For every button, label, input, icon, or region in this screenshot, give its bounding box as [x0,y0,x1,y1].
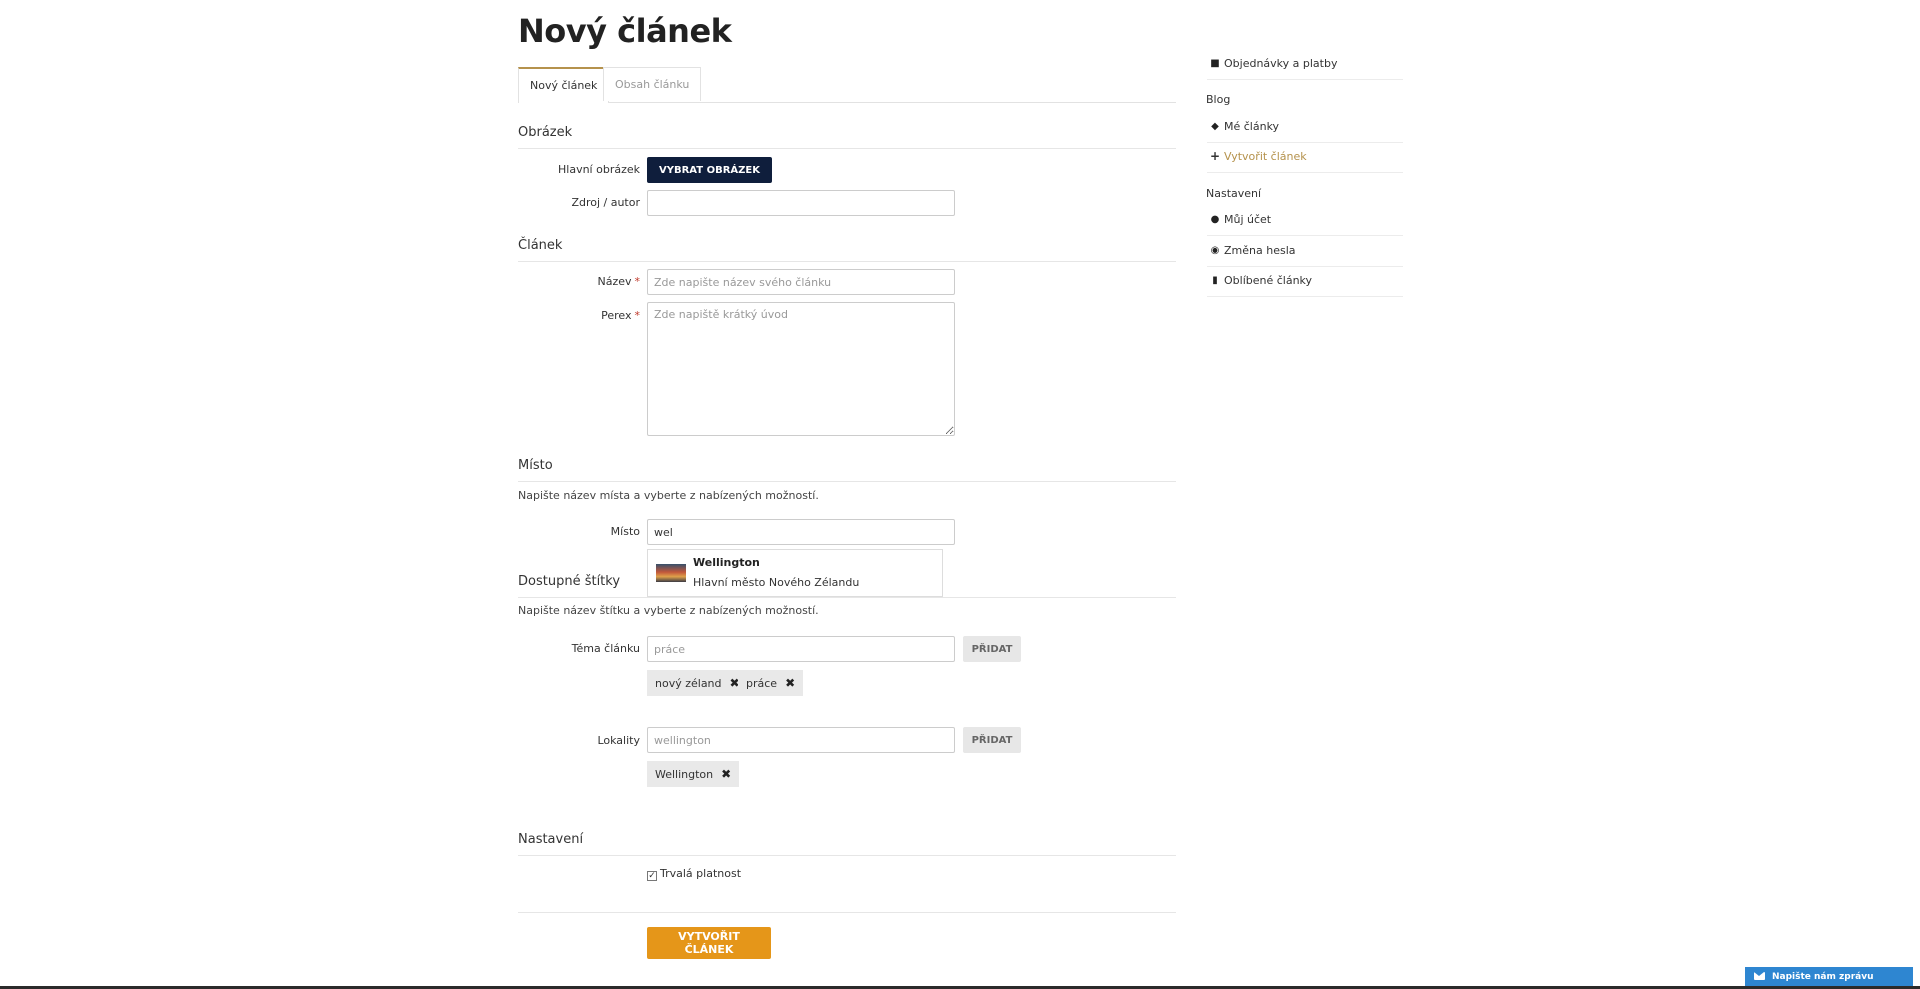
sidebar-item-orders[interactable]: ■ Objednávky a platby [1207,50,1403,80]
title-label: Název * [518,275,640,288]
tag-label: Wellington [655,768,714,781]
required-mark: * [634,275,641,288]
sidebar-item-label: Oblíbené články [1224,274,1313,287]
briefcase-icon: ■ [1210,58,1220,69]
remove-tag-icon[interactable]: ✖ [785,676,795,690]
perex-label: Perex * [518,309,640,322]
sidebar-item-label: Můj účet [1224,213,1272,226]
section-heading-tags: Dostupné štítky [518,574,621,589]
sidebar-item-create-article[interactable]: + Vytvořit článek [1207,143,1403,173]
permanent-checkbox[interactable]: ✓ [647,871,657,881]
add-topic-button[interactable]: PŘIDAT [963,636,1021,662]
sidebar-item-label: Objednávky a platby [1224,57,1338,70]
place-help-text: Napište název místa a vyberte z nabízený… [518,489,819,502]
section-heading-article: Článek [518,238,563,253]
topic-input[interactable] [647,636,955,662]
required-mark: * [634,309,641,322]
localities-input[interactable] [647,727,955,753]
divider [518,597,1176,598]
main-image-label: Hlavní obrázek [558,163,640,176]
plus-icon: + [1209,149,1221,163]
section-heading-settings: Nastavení [518,832,584,847]
section-heading-place: Místo [518,458,553,473]
bookmark-icon: ▮ [1212,275,1218,286]
divider [518,148,1176,149]
tags-help-text: Napište název štítku a vyberte z nabízen… [518,604,819,617]
tab-new-article[interactable]: Nový článek [518,67,610,103]
cog-icon: ◉ [1210,245,1220,256]
section-heading-image: Obrázek [518,125,573,140]
chat-label: Napište nám zprávu [1772,972,1874,982]
divider [518,912,1176,913]
tag-chip: nový zéland ✖ [647,670,748,696]
user-icon: ● [1210,214,1220,225]
sidebar-item-my-account[interactable]: ● Můj účet [1207,206,1403,236]
add-locality-button[interactable]: PŘIDAT [963,727,1021,753]
source-author-input[interactable] [647,190,955,216]
sidebar-heading-blog: Blog [1206,93,1231,106]
choose-image-button[interactable]: VYBRAT OBRÁZEK [647,157,772,183]
perex-textarea[interactable] [647,302,955,436]
sidebar-heading-settings: Nastavení [1206,187,1262,200]
title-label-text: Název [597,275,632,288]
place-thumbnail [656,564,686,582]
sidebar-item-label: Změna hesla [1224,244,1296,257]
sidebar-item-favorites[interactable]: ▮ Oblíbené články [1207,267,1403,297]
sidebar-item-label: Vytvořit článek [1224,150,1307,163]
localities-label: Lokality [597,734,640,747]
page-title: Nový článek [518,12,732,50]
tags-icon: ◆ [1211,121,1219,132]
divider [518,261,1176,262]
suggestion-subtitle: Hlavní město Nového Zélandu [693,576,860,589]
remove-tag-icon[interactable]: ✖ [721,767,731,781]
tag-label: práce [746,677,778,690]
envelope-icon [1754,972,1765,980]
tab-article-content[interactable]: Obsah článku [603,67,702,101]
sidebar-item-my-articles[interactable]: ◆ Mé články [1207,113,1403,143]
place-input[interactable] [647,519,955,545]
sidebar-item-change-password[interactable]: ◉ Změna hesla [1207,237,1403,267]
tag-chip: práce ✖ [738,670,804,696]
topic-label: Téma článku [571,642,640,655]
place-label: Místo [610,525,640,538]
divider [518,481,1176,482]
divider [518,855,1176,856]
tag-label: nový zéland [655,677,722,690]
sidebar-item-label: Mé články [1224,120,1280,133]
perex-label-text: Perex [601,309,632,322]
place-suggestion-item[interactable]: Wellington Hlavní město Nového Zélandu [647,549,943,597]
title-input[interactable] [647,269,955,295]
tab-bar: Nový článek Obsah článku [518,67,1176,103]
tag-chip: Wellington ✖ [647,761,740,787]
create-article-button[interactable]: VYTVOŘIT ČLÁNEK [647,927,771,959]
source-label: Zdroj / autor [571,196,640,209]
suggestion-title: Wellington [693,556,760,569]
permanent-label: Trvalá platnost [660,867,742,880]
